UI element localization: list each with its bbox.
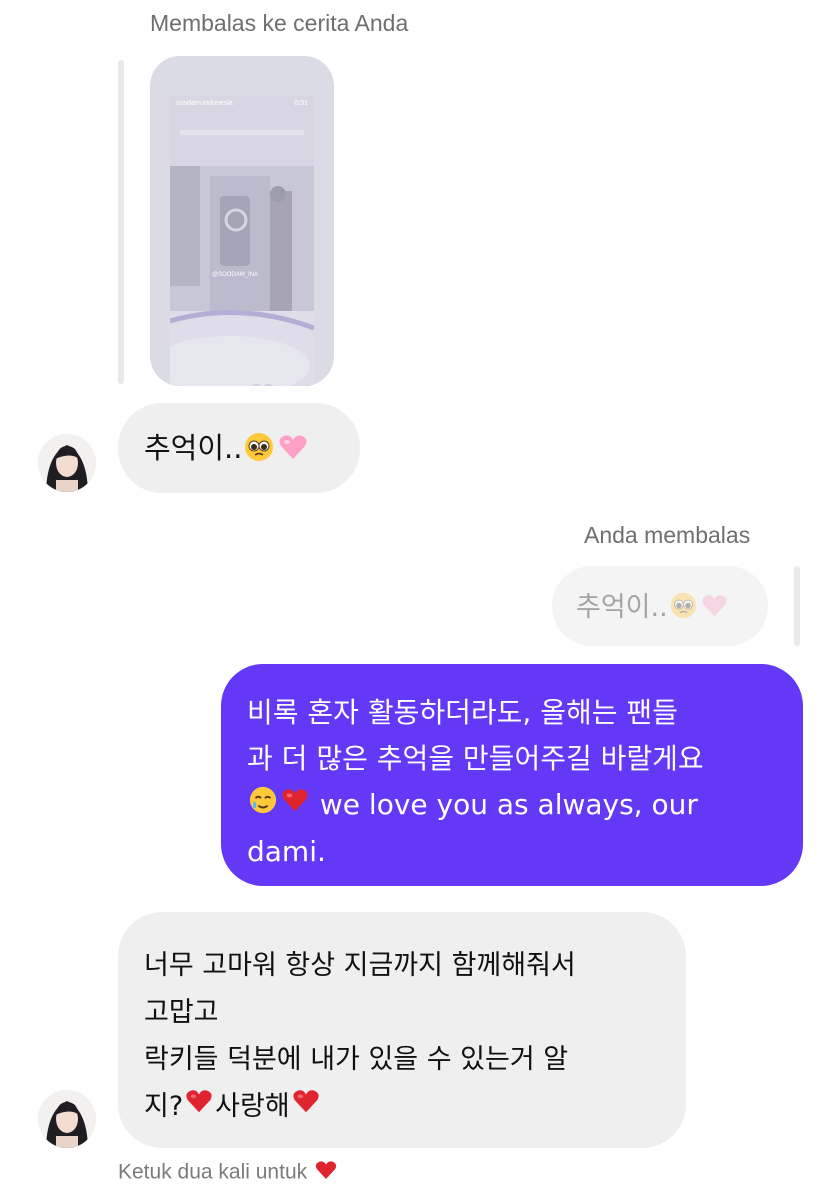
pleading-face-emoji <box>243 431 275 470</box>
pink-heart-emoji <box>700 591 729 627</box>
quoted-message-text: 추억이.. <box>576 592 668 623</box>
story-thumbnail[interactable]: oo soodam.indonesia 0:31 @SOODAM_INA <box>150 56 334 386</box>
story-preview-image: oo soodam.indonesia 0:31 @SOODAM_INA <box>170 96 314 386</box>
story-timestamp: 0:31 <box>294 100 308 107</box>
reply-context-label: Anda membalas <box>584 522 751 548</box>
smiling-face-with-tear-emoji <box>248 783 278 829</box>
pink-heart-emoji <box>277 431 309 470</box>
incoming-message-bubble[interactable]: 너무 고마워 항상 지금까지 함께해줘서 고맙고 락키들 덕분에 내가 있을 수… <box>118 912 686 1148</box>
message-line: 고맙고 <box>144 997 219 1028</box>
pleading-face-emoji <box>669 591 698 627</box>
message-line: we love you as always, our <box>247 782 803 829</box>
quoted-message-bubble[interactable]: 추억이.. <box>552 566 768 646</box>
story-reply-indicator-line <box>118 60 124 384</box>
avatar-portrait-icon <box>38 1090 96 1148</box>
message-line: 너무 고마워 항상 지금까지 함께해줘서 <box>144 950 576 981</box>
message-line: 과 더 많은 추억을 만들어주길 바랄게요 <box>247 742 704 775</box>
outgoing-message-bubble[interactable]: 비록 혼자 활동하더라도, 올해는 팬들 과 더 많은 추억을 만들어주길 바랄… <box>221 664 803 886</box>
message-text: 추억이.. <box>144 431 243 465</box>
story-tag: @SOODAM_INA <box>212 272 259 278</box>
story-reply-label: Membalas ke cerita Anda <box>150 10 409 36</box>
red-heart-emoji <box>184 1084 214 1131</box>
avatar[interactable] <box>38 1090 96 1148</box>
avatar-portrait-icon <box>38 434 96 492</box>
story-account-name: soodam.indonesia <box>176 100 233 107</box>
red-heart-emoji <box>280 783 310 829</box>
chat-thread: Membalas ke cerita Anda oo soodam.indone… <box>0 0 819 1200</box>
double-tap-hint: Ketuk dua kali untuk <box>118 1158 339 1188</box>
message-line: 지? 사랑해 <box>144 1083 686 1131</box>
message-line: 비록 혼자 활동하더라도, 올해는 팬들 <box>247 696 678 729</box>
message-line: dami. <box>247 835 326 868</box>
reply-indicator-line <box>794 566 800 646</box>
red-heart-icon <box>314 1158 338 1188</box>
red-heart-emoji <box>291 1084 321 1131</box>
message-line: 락키들 덕분에 내가 있을 수 있는거 알 <box>144 1044 569 1075</box>
avatar[interactable] <box>38 434 96 492</box>
incoming-message-bubble[interactable]: 추억이.. <box>118 403 360 493</box>
